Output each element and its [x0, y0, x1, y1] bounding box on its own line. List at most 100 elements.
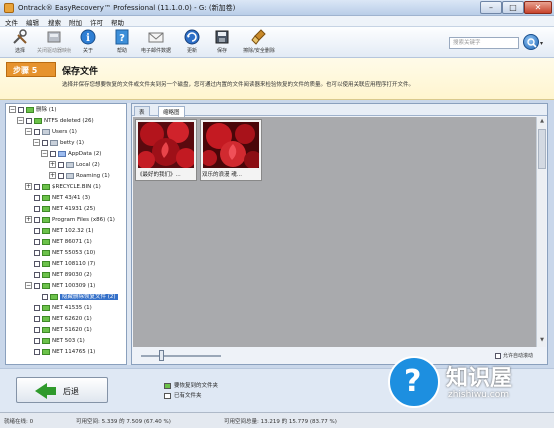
- rose-image: [203, 122, 259, 168]
- folder-icon: [42, 326, 50, 333]
- thumbnail-size-knob[interactable]: [159, 350, 164, 361]
- collapse-icon[interactable]: −: [41, 150, 48, 157]
- status-ready: 就绪在线: 0: [4, 419, 34, 425]
- tree-node-label: NET 51620 (1): [52, 327, 92, 333]
- scroll-up-icon[interactable]: ▲: [538, 118, 546, 127]
- tree-checkbox[interactable]: [42, 139, 48, 146]
- tree-node[interactable]: + Local (2): [49, 161, 100, 171]
- tree-node[interactable]: + Program Files (x86) (1): [25, 216, 115, 226]
- tree-node-label: NET 102.32 (1): [52, 228, 94, 234]
- tree-checkbox[interactable]: [34, 183, 40, 190]
- tree-checkbox[interactable]: [34, 315, 40, 322]
- tree-checkbox[interactable]: [34, 238, 40, 245]
- tree-node[interactable]: NET 503 (1): [25, 337, 85, 347]
- tree-node[interactable]: NET 55053 (10): [25, 249, 95, 259]
- tree-checkbox[interactable]: [34, 348, 40, 355]
- tree-checkbox[interactable]: [34, 326, 40, 333]
- tab-thumbnails[interactable]: 缩略图: [158, 106, 185, 117]
- update-icon: [184, 29, 200, 45]
- folder-icon: [42, 249, 50, 256]
- status-bar: 就绪在线: 0 可用空间: 5.339 的 7.509 (67.40 %) 可用…: [0, 412, 554, 428]
- folder-icon: [34, 117, 42, 124]
- search-button[interactable]: [523, 34, 539, 50]
- erase-button[interactable]: 擦除/安全删除: [239, 29, 279, 57]
- tree-checkbox[interactable]: [18, 106, 24, 113]
- tree-node[interactable]: NET 51620 (1): [25, 326, 92, 336]
- save-button[interactable]: 保存: [205, 29, 239, 57]
- tab-table[interactable]: 表: [134, 106, 150, 116]
- tree-checkbox[interactable]: [34, 271, 40, 278]
- thumbnail-item[interactable]: 《最好的我们》...: [135, 119, 197, 181]
- collapse-icon[interactable]: −: [33, 139, 40, 146]
- update-button[interactable]: 更新: [175, 29, 209, 57]
- tree-checkbox[interactable]: [34, 205, 40, 212]
- tree-node[interactable]: NET 102.32 (1): [25, 227, 93, 237]
- tree-checkbox[interactable]: [50, 150, 56, 157]
- tree-node[interactable]: + Roaming (1): [49, 172, 110, 182]
- help-icon: ?: [115, 29, 129, 45]
- menu-extra[interactable]: 附加: [69, 17, 82, 27]
- tree-node[interactable]: NET 108110 (7): [25, 260, 95, 270]
- collapse-icon[interactable]: −: [9, 106, 16, 113]
- help-button[interactable]: ? 帮助: [105, 29, 139, 57]
- tree-checkbox[interactable]: [34, 227, 40, 234]
- tree-checkbox[interactable]: [34, 337, 40, 344]
- tree-checkbox[interactable]: [34, 249, 40, 256]
- tree-node[interactable]: NET 43/41 (3): [25, 194, 90, 204]
- tree-checkbox[interactable]: [58, 172, 64, 179]
- expand-icon[interactable]: +: [49, 161, 56, 168]
- tree-node[interactable]: NET 41535 (1): [25, 304, 92, 314]
- tree-node[interactable]: − 删除 (1): [9, 106, 57, 116]
- tree-checkbox[interactable]: [34, 304, 40, 311]
- scroll-thumb[interactable]: [538, 129, 546, 169]
- tree-node[interactable]: − NTFS deleted (26): [17, 117, 94, 127]
- menu-edit[interactable]: 编辑: [26, 17, 39, 27]
- tree-checkbox[interactable]: [34, 282, 40, 289]
- close-button[interactable]: ✕: [524, 1, 552, 14]
- about-button[interactable]: i 关于: [71, 29, 105, 57]
- back-button[interactable]: 后退: [16, 377, 108, 403]
- expand-icon[interactable]: +: [25, 183, 32, 190]
- tree-node[interactable]: NET 114765 (1): [25, 348, 95, 358]
- scroll-down-icon[interactable]: ▼: [538, 337, 546, 346]
- tree-node[interactable]: − AppData (2): [41, 150, 101, 160]
- tree-node[interactable]: NET 41931 (25): [25, 205, 95, 215]
- tree-checkbox[interactable]: [58, 161, 64, 168]
- folder-icon: [42, 194, 50, 201]
- expand-icon[interactable]: +: [49, 172, 56, 179]
- menu-help[interactable]: 帮助: [111, 17, 124, 27]
- minimize-button[interactable]: –: [480, 1, 502, 14]
- tree-checkbox[interactable]: [42, 293, 48, 300]
- tree-node[interactable]: NET 86071 (1): [25, 238, 92, 248]
- expand-icon[interactable]: +: [25, 216, 32, 223]
- maximize-button[interactable]: □: [502, 1, 524, 14]
- menu-search[interactable]: 搜索: [48, 17, 61, 27]
- thumbnail-item[interactable]: 双乐的浪漫 魂...: [200, 119, 262, 181]
- vertical-scrollbar[interactable]: ▲ ▼: [536, 117, 546, 347]
- tree-checkbox[interactable]: [26, 117, 32, 124]
- tree-checkbox[interactable]: [34, 128, 40, 135]
- email-data-button[interactable]: 电子邮件数据: [139, 29, 173, 57]
- tree-node[interactable]: NET 62620 (1): [25, 315, 92, 325]
- legend-recover-folder: 要恢复到的文件夹: [164, 381, 218, 391]
- tree-node[interactable]: − NET 100309 (1): [25, 282, 95, 292]
- tree-checkbox[interactable]: [34, 260, 40, 267]
- tree-node[interactable]: 隐藏删除恢复文件 (2): [33, 293, 118, 303]
- tree-node-label: NET 62620 (1): [52, 316, 92, 322]
- collapse-icon[interactable]: −: [17, 117, 24, 124]
- thumbnail-size-track[interactable]: [141, 355, 221, 357]
- collapse-icon[interactable]: −: [25, 128, 32, 135]
- select-button[interactable]: 选择: [3, 29, 37, 57]
- tree-node[interactable]: NET 89030 (2): [25, 271, 92, 281]
- menu-file[interactable]: 文件: [5, 17, 18, 27]
- tree-node-label: NET 41931 (25): [52, 206, 96, 212]
- collapse-icon[interactable]: −: [25, 282, 32, 289]
- tree-node[interactable]: − betty (1): [33, 139, 84, 149]
- tree-checkbox[interactable]: [34, 194, 40, 201]
- search-dropdown-icon[interactable]: ▾: [540, 40, 543, 47]
- tree-node[interactable]: + $RECYCLE.BIN (1): [25, 183, 101, 193]
- tree-checkbox[interactable]: [34, 216, 40, 223]
- menu-license[interactable]: 许可: [90, 17, 103, 27]
- tree-node[interactable]: − Users (1): [25, 128, 77, 138]
- search-input[interactable]: [449, 37, 519, 49]
